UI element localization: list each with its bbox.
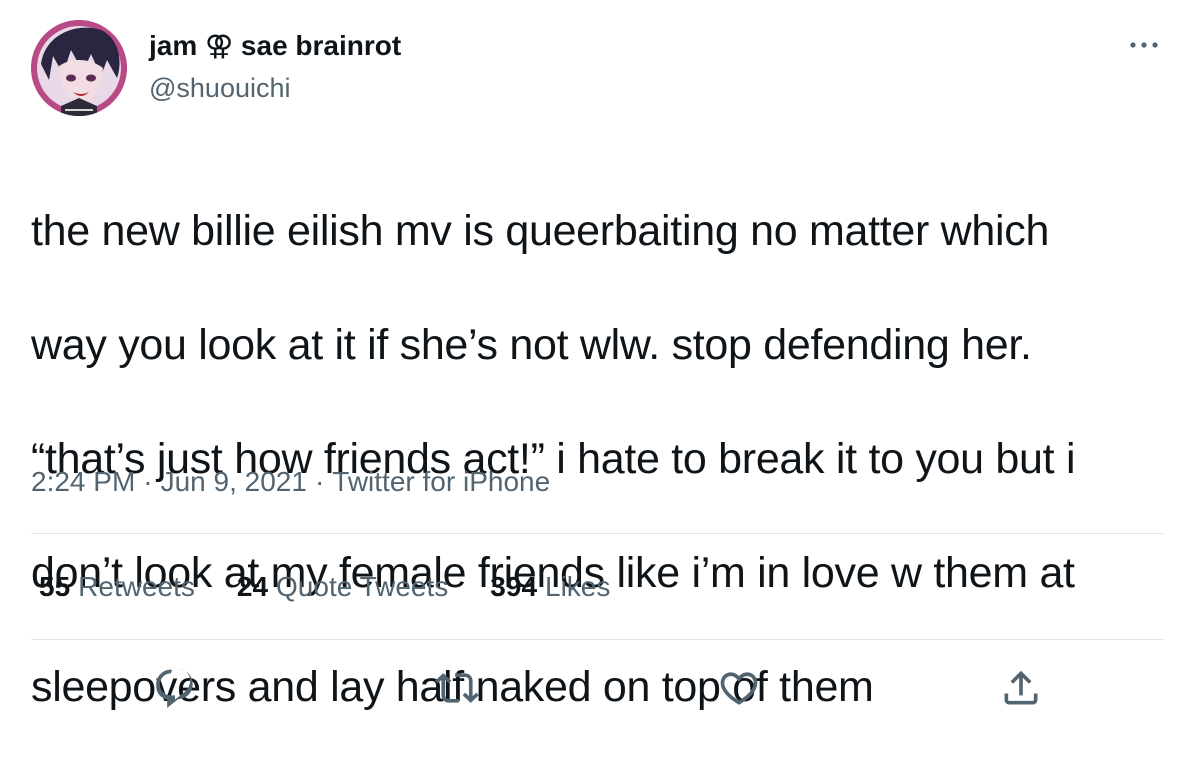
avatar-image — [31, 20, 127, 116]
tweet-text-line: way you look at it if she’s not wlw. sto… — [31, 321, 1032, 369]
tweet-stats: 55 Retweets 24 Quote Tweets 394 Likes — [39, 567, 610, 607]
quote-tweets-stat[interactable]: 24 Quote Tweets — [237, 567, 448, 607]
tweet-text-line: the new billie eilish mv is queerbaiting… — [31, 207, 1050, 255]
likes-count: 394 — [490, 571, 538, 602]
reply-button[interactable] — [153, 666, 197, 710]
likes-label: Likes — [545, 571, 611, 602]
quote-tweets-label: Quote Tweets — [276, 571, 449, 602]
reply-icon — [156, 669, 193, 708]
tweet-card: jam ⚢ sae brainrot @shuouichi the new bi… — [0, 0, 1198, 734]
meta-separator: · — [143, 466, 153, 497]
tweet-meta: 2:24 PM · Jun 9, 2021 · Twitter for iPhone — [31, 462, 550, 502]
avatar[interactable] — [31, 20, 127, 116]
more-icon[interactable] — [1124, 30, 1164, 60]
divider — [31, 639, 1164, 640]
like-button[interactable] — [717, 666, 761, 710]
display-name[interactable]: jam ⚢ sae brainrot — [149, 29, 401, 63]
quote-tweets-count: 24 — [236, 571, 269, 602]
retweets-stat[interactable]: 55 Retweets — [39, 567, 195, 607]
heart-icon — [720, 672, 758, 705]
retweet-button[interactable] — [435, 666, 479, 710]
retweets-count: 55 — [39, 571, 71, 602]
divider — [31, 533, 1164, 534]
tweet-source[interactable]: Twitter for iPhone — [332, 466, 550, 497]
user-handle[interactable]: @shuouichi — [149, 71, 291, 105]
share-button[interactable] — [999, 666, 1043, 710]
likes-stat[interactable]: 394 Likes — [490, 567, 610, 607]
retweets-label: Retweets — [78, 571, 195, 602]
tweet-time[interactable]: 2:24 PM — [31, 466, 135, 497]
tweet-date[interactable]: Jun 9, 2021 — [161, 466, 307, 497]
meta-separator: · — [314, 466, 325, 497]
retweet-icon — [435, 673, 479, 703]
share-icon — [1004, 670, 1038, 705]
